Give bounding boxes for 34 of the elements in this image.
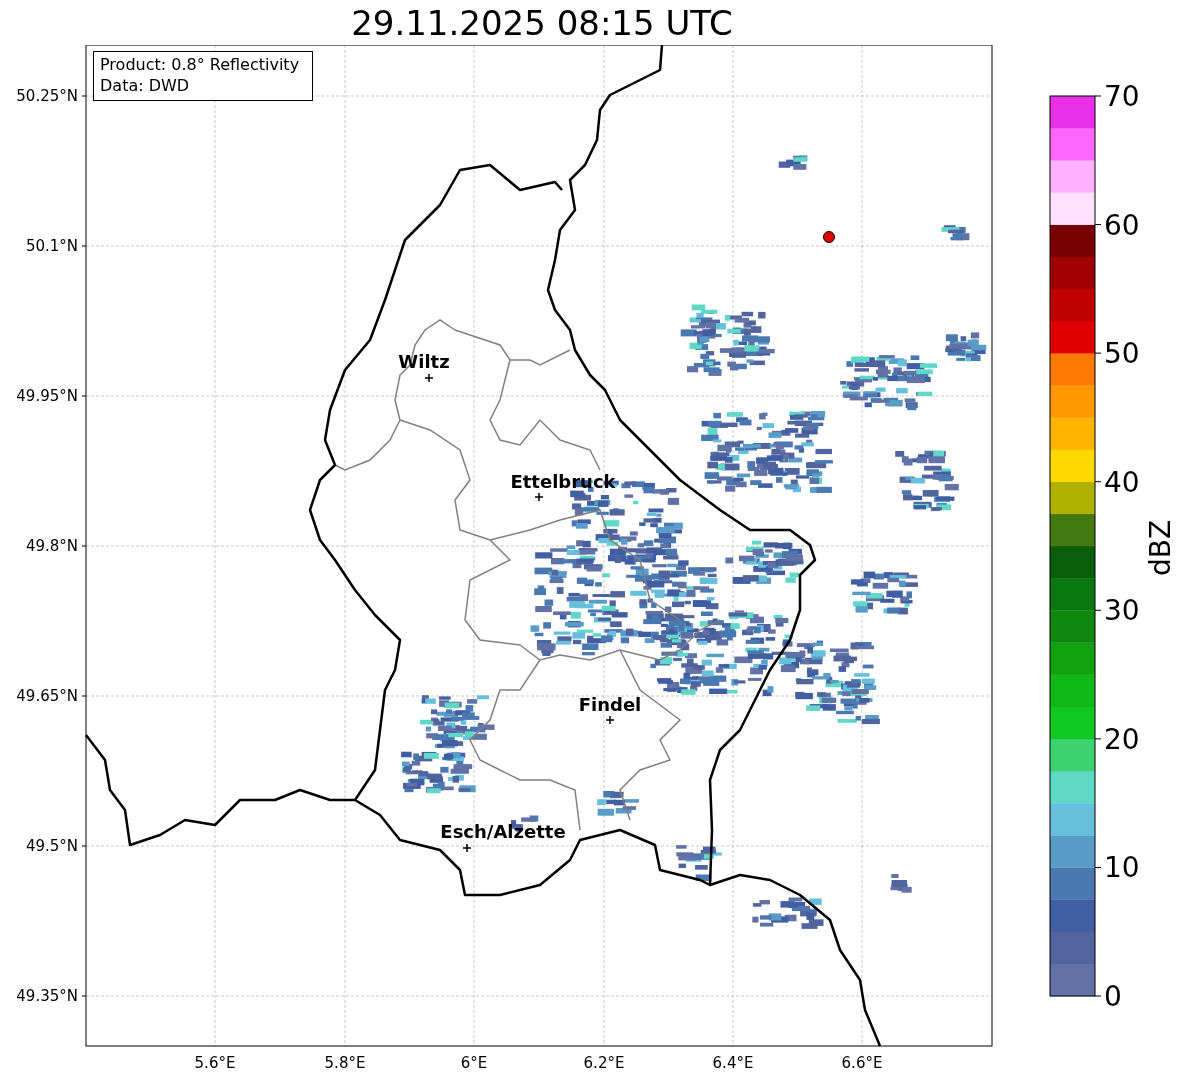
city-label: Esch/Alzette: [440, 821, 566, 842]
longitude-label: 5.8°E: [324, 1054, 366, 1072]
latitude-label: 49.95°N: [16, 387, 78, 405]
colorbar-tick-label: 0: [1104, 980, 1122, 1013]
colorbar-tick-label: 30: [1104, 594, 1140, 628]
city-marker-icon: [424, 373, 434, 383]
radar-site-icon: [823, 231, 835, 243]
latitude-label: 49.8°N: [25, 537, 78, 555]
latitude-label: 49.35°N: [16, 987, 78, 1005]
longitude-label: 6.4°E: [712, 1054, 754, 1072]
longitude-label: 6.2°E: [583, 1054, 625, 1072]
latitude-label: 49.65°N: [16, 687, 78, 705]
latitude-label: 49.5°N: [25, 837, 78, 855]
city-label: Ettelbruck: [510, 471, 616, 492]
city-label: Wiltz: [398, 351, 450, 372]
city-marker-icon: [605, 715, 615, 725]
longitude-label: 6.6°E: [841, 1054, 883, 1072]
colorbar-tick-label: 60: [1104, 208, 1140, 242]
city-marker-icon: [462, 843, 472, 853]
colorbar-label: dBZ: [1144, 519, 1177, 577]
longitude-label: 5.6°E: [194, 1054, 236, 1072]
info-text: Product: 0.8° Reflectivity: [100, 55, 300, 74]
latitude-label: 50.25°N: [16, 87, 78, 105]
city-marker-icon: [534, 492, 544, 502]
colorbar-tick-label: 10: [1104, 851, 1140, 885]
colorbar-tick-label: 70: [1104, 80, 1140, 113]
city-label: Findel: [578, 694, 642, 715]
colorbar-tick-label: 50: [1104, 337, 1140, 371]
latitude-label: 50.1°N: [25, 237, 78, 255]
info-text: Data: DWD: [100, 76, 190, 95]
chart-title: 29.11.2025 08:15 UTC: [351, 2, 733, 43]
colorbar-tick-label: 40: [1104, 465, 1140, 499]
colorbar-tick-label: 20: [1104, 722, 1140, 756]
longitude-label: 6°E: [460, 1054, 488, 1072]
